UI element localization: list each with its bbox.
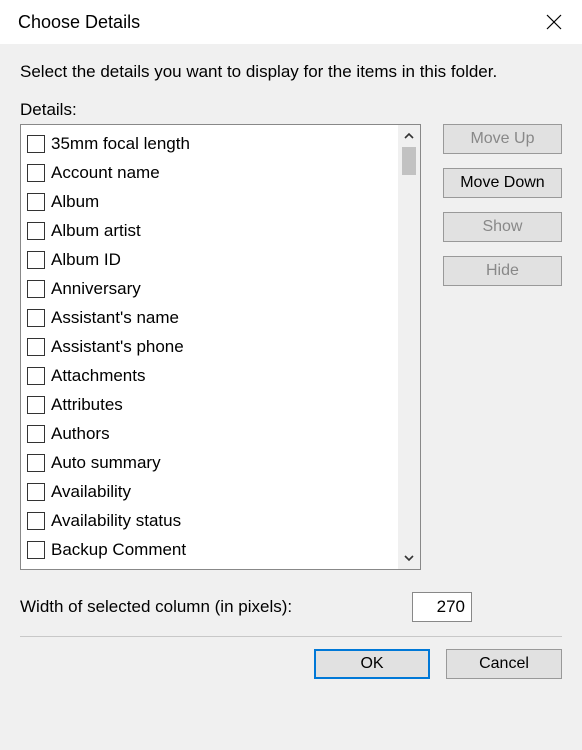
list-item-label: Anniversary — [51, 279, 141, 299]
list-item-label: Album artist — [51, 221, 141, 241]
chevron-down-icon — [403, 552, 415, 564]
list-item-label: Assistant's name — [51, 308, 179, 328]
checkbox[interactable] — [27, 280, 45, 298]
list-item-label: Availability status — [51, 511, 181, 531]
scroll-down-button[interactable] — [398, 547, 420, 569]
checkbox[interactable] — [27, 454, 45, 472]
checkbox[interactable] — [27, 135, 45, 153]
list-item-label: Attachments — [51, 366, 146, 386]
checkbox[interactable] — [27, 541, 45, 559]
list-item[interactable]: Album ID — [27, 245, 398, 274]
divider — [20, 636, 562, 637]
checkbox[interactable] — [27, 425, 45, 443]
list-item[interactable]: Account name — [27, 158, 398, 187]
close-button[interactable] — [540, 8, 568, 36]
show-button[interactable]: Show — [443, 212, 562, 242]
list-item[interactable]: 35mm focal length — [27, 129, 398, 158]
checkbox[interactable] — [27, 512, 45, 530]
width-label: Width of selected column (in pixels): — [20, 597, 292, 617]
list-item-label: Auto summary — [51, 453, 161, 473]
dialog-buttons: OK Cancel — [20, 649, 562, 679]
list-item[interactable]: Auto summary — [27, 448, 398, 477]
list-item-label: Availability — [51, 482, 131, 502]
checkbox[interactable] — [27, 396, 45, 414]
width-input[interactable] — [412, 592, 472, 622]
list-item[interactable]: Album artist — [27, 216, 398, 245]
scrollbar-thumb[interactable] — [402, 147, 416, 175]
list-item-label: Backup Comment — [51, 540, 186, 560]
list-item[interactable]: Assistant's name — [27, 303, 398, 332]
list-item[interactable]: Authors — [27, 419, 398, 448]
checkbox[interactable] — [27, 164, 45, 182]
list-item-label: Assistant's phone — [51, 337, 184, 357]
list-item-label: Attributes — [51, 395, 123, 415]
instruction-text: Select the details you want to display f… — [20, 62, 562, 82]
list-item[interactable]: Anniversary — [27, 274, 398, 303]
dialog-content: Select the details you want to display f… — [0, 44, 582, 750]
checkbox[interactable] — [27, 222, 45, 240]
checkbox[interactable] — [27, 193, 45, 211]
list-item-label: Authors — [51, 424, 110, 444]
list-item-label: 35mm focal length — [51, 134, 190, 154]
details-listbox[interactable]: 35mm focal length Account name Album Album … — [20, 124, 421, 570]
checkbox[interactable] — [27, 367, 45, 385]
scrollbar[interactable] — [398, 125, 420, 569]
hide-button[interactable]: Hide — [443, 256, 562, 286]
list-item-label: Account name — [51, 163, 160, 183]
scroll-up-button[interactable] — [398, 125, 420, 147]
chevron-up-icon — [403, 130, 415, 142]
checkbox[interactable] — [27, 483, 45, 501]
listbox-viewport: 35mm focal length Account name Album Album … — [21, 125, 398, 569]
move-up-button[interactable]: Move Up — [443, 124, 562, 154]
mid-row: 35mm focal length Account name Album Album … — [20, 124, 562, 570]
checkbox[interactable] — [27, 338, 45, 356]
list-item-label: Album — [51, 192, 99, 212]
checkbox[interactable] — [27, 309, 45, 327]
side-buttons: Move Up Move Down Show Hide — [443, 124, 562, 286]
list-item[interactable]: Album — [27, 187, 398, 216]
list-item[interactable]: Backup Comment — [27, 535, 398, 564]
list-item[interactable]: Availability status — [27, 506, 398, 535]
list-item-label: Album ID — [51, 250, 121, 270]
details-label: Details: — [20, 100, 562, 120]
close-icon — [546, 14, 562, 30]
ok-button[interactable]: OK — [314, 649, 430, 679]
checkbox[interactable] — [27, 251, 45, 269]
width-row: Width of selected column (in pixels): — [20, 592, 472, 622]
list-item[interactable]: Attributes — [27, 390, 398, 419]
titlebar: Choose Details — [0, 0, 582, 44]
list-item[interactable]: Assistant's phone — [27, 332, 398, 361]
list-item[interactable]: Availability — [27, 477, 398, 506]
dialog-title: Choose Details — [18, 12, 140, 33]
list-item[interactable]: Attachments — [27, 361, 398, 390]
move-down-button[interactable]: Move Down — [443, 168, 562, 198]
cancel-button[interactable]: Cancel — [446, 649, 562, 679]
